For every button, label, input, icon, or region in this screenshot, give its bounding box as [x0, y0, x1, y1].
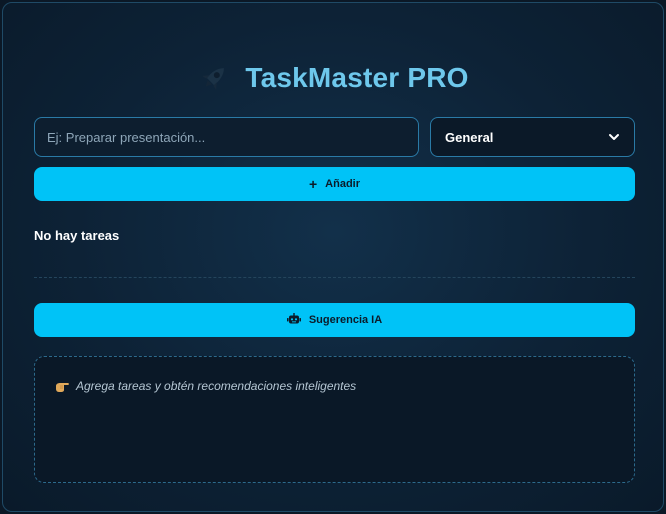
- category-select[interactable]: General: [430, 117, 635, 157]
- ai-suggestion-button[interactable]: Sugerencia IA: [34, 303, 635, 337]
- app-container: TaskMaster PRO General + Añadir No hay t…: [2, 2, 664, 512]
- rocket-icon: [197, 61, 231, 95]
- app-title: TaskMaster PRO: [245, 62, 469, 93]
- header: TaskMaster PRO: [3, 53, 663, 103]
- pointing-hand-icon: [55, 380, 70, 393]
- robot-icon: [286, 312, 301, 328]
- empty-tasks-message: No hay tareas: [34, 228, 120, 243]
- ai-hint-text: Agrega tareas y obtén recomendaciones in…: [76, 379, 357, 393]
- chevron-down-icon: [608, 131, 620, 143]
- add-task-button[interactable]: + Añadir: [34, 167, 635, 201]
- task-input[interactable]: [34, 117, 419, 157]
- add-task-label: Añadir: [325, 178, 361, 190]
- plus-icon: +: [308, 176, 318, 192]
- section-divider: [34, 277, 635, 278]
- ai-suggestion-panel: Agrega tareas y obtén recomendaciones in…: [34, 356, 635, 483]
- ai-suggestion-label: Sugerencia IA: [308, 314, 383, 326]
- category-select-value: General: [445, 129, 494, 145]
- ai-hint-row: Agrega tareas y obtén recomendaciones in…: [55, 379, 356, 393]
